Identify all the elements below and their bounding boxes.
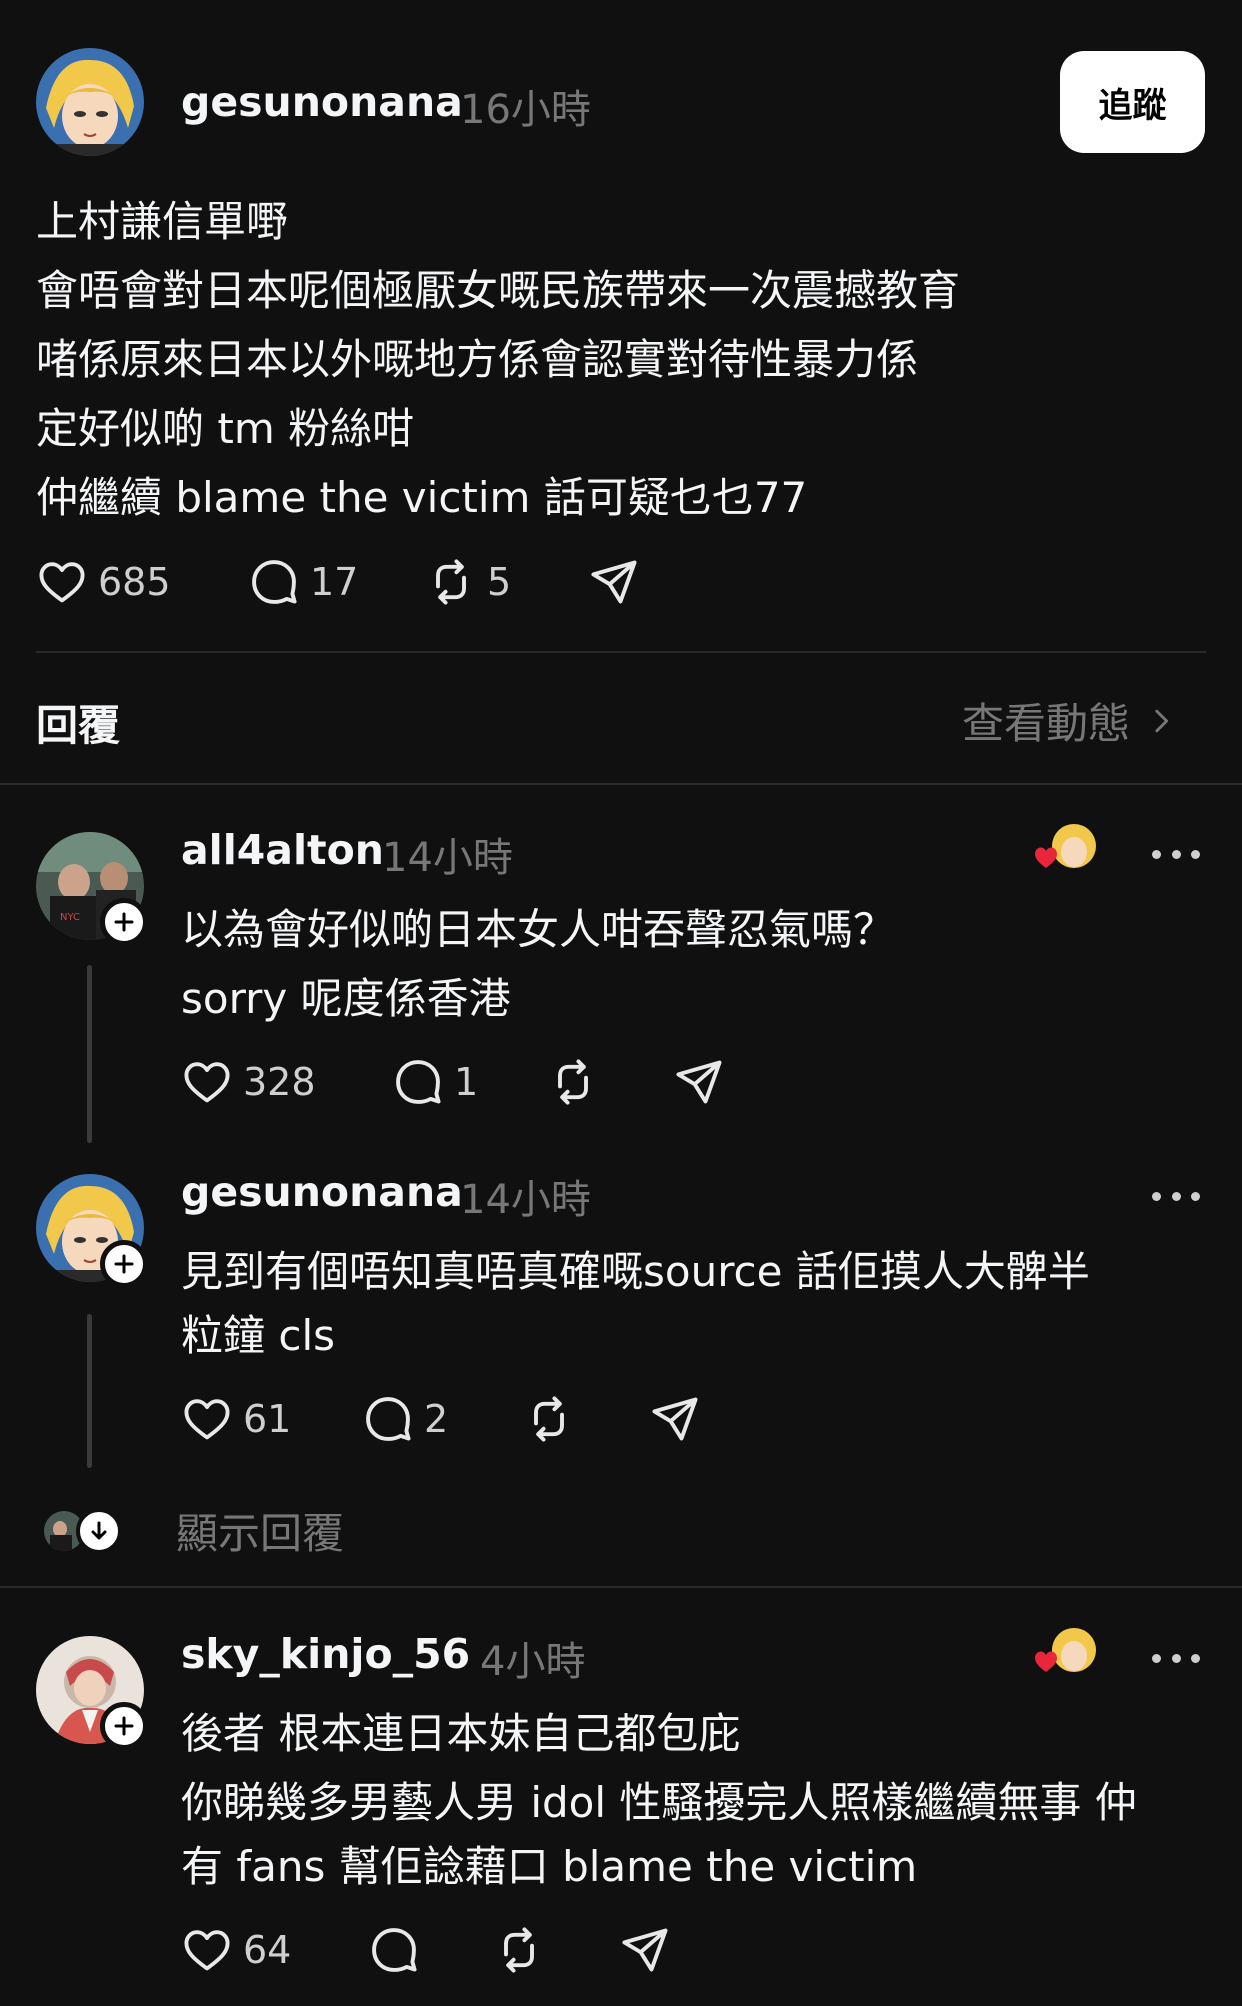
repost-icon bbox=[558, 1059, 588, 1105]
repost-icon bbox=[504, 1927, 534, 1973]
dot bbox=[1171, 1191, 1181, 1201]
share-button[interactable] bbox=[673, 1056, 725, 1108]
section-divider bbox=[0, 783, 1242, 785]
repost-button[interactable]: 5 bbox=[425, 556, 511, 608]
plus-icon bbox=[114, 1254, 134, 1274]
repost-button[interactable] bbox=[523, 1393, 575, 1445]
comment-button[interactable] bbox=[368, 1924, 420, 1976]
liked-by-author-badge bbox=[1030, 1626, 1100, 1686]
post-text-line: 定好似啲 tm 粉絲咁 bbox=[36, 404, 415, 453]
send-icon bbox=[676, 1060, 722, 1104]
share-button[interactable] bbox=[619, 1924, 671, 1976]
reply-time: 14小時 bbox=[460, 1177, 591, 1223]
post-author-avatar[interactable] bbox=[36, 48, 144, 156]
send-icon bbox=[591, 560, 637, 604]
reply-time: 14小時 bbox=[382, 835, 513, 881]
reply-author-name[interactable]: sky_kinjo_56 bbox=[181, 1630, 470, 1678]
like-count: 61 bbox=[243, 1397, 292, 1441]
thread-line bbox=[87, 965, 92, 1143]
divider bbox=[36, 651, 1206, 653]
reply-text-line: 粒鐘 cls bbox=[181, 1311, 335, 1360]
follow-plus-button[interactable] bbox=[100, 898, 148, 946]
repost-count: 5 bbox=[487, 560, 512, 604]
reply-text-line: sorry 呢度係香港 bbox=[181, 974, 511, 1023]
like-button[interactable]: 61 bbox=[181, 1393, 291, 1445]
liked-by-author-badge bbox=[1030, 822, 1100, 882]
reply-text-line: 有 fans 幫佢諗藉口 blame the victim bbox=[181, 1842, 918, 1891]
thread-line bbox=[87, 1314, 92, 1468]
heart-icon bbox=[184, 1399, 230, 1440]
comment-button[interactable]: 2 bbox=[362, 1393, 448, 1445]
dot bbox=[1191, 849, 1200, 859]
share-button[interactable] bbox=[588, 556, 640, 608]
show-replies-button[interactable]: 顯示回覆 bbox=[44, 1500, 344, 1561]
comment-button[interactable]: 1 bbox=[392, 1056, 478, 1108]
post-text-line: 會唔會對日本呢個極厭女嘅民族帶來一次震撼教育 bbox=[36, 266, 961, 315]
replies-title: 回覆 bbox=[36, 701, 121, 750]
like-button[interactable]: 685 bbox=[36, 556, 171, 608]
more-options-button[interactable] bbox=[1152, 844, 1200, 864]
reply-text-line: 後者 根本連日本妹自己都包庇 bbox=[181, 1709, 741, 1758]
more-options-button[interactable] bbox=[1152, 1648, 1200, 1668]
share-button[interactable] bbox=[649, 1393, 701, 1445]
like-count: 328 bbox=[243, 1060, 316, 1104]
post-author-name[interactable]: gesunonana bbox=[181, 78, 463, 126]
reply-author-name[interactable]: all4alton bbox=[181, 826, 384, 874]
send-icon bbox=[622, 1928, 668, 1972]
repost-icon bbox=[534, 1396, 564, 1442]
post-text-line: 仲繼續 blame the victim 話可疑乜乜77 bbox=[36, 473, 808, 522]
send-icon bbox=[652, 1397, 698, 1441]
view-activity-link[interactable]: 查看動態 bbox=[962, 690, 1178, 751]
like-count: 685 bbox=[98, 560, 171, 604]
arrow-down-circle bbox=[76, 1507, 122, 1554]
dot bbox=[1191, 1191, 1200, 1201]
repost-icon bbox=[436, 559, 466, 605]
comment-button[interactable]: 17 bbox=[248, 556, 358, 608]
follow-plus-button[interactable] bbox=[100, 1702, 148, 1750]
view-activity-label: 查看動態 bbox=[962, 699, 1131, 748]
comment-icon bbox=[372, 1928, 417, 1972]
dot bbox=[1152, 1191, 1161, 1201]
like-count: 64 bbox=[243, 1928, 292, 1972]
comment-count: 2 bbox=[424, 1397, 449, 1441]
post-text-line: 上村謙信單嘢 bbox=[36, 197, 289, 246]
like-button[interactable]: 64 bbox=[181, 1924, 291, 1976]
comment-count: 1 bbox=[454, 1060, 479, 1104]
comment-icon bbox=[396, 1060, 441, 1104]
show-replies-label: 顯示回覆 bbox=[176, 1509, 345, 1558]
dot bbox=[1191, 1653, 1200, 1663]
repost-button[interactable] bbox=[547, 1056, 599, 1108]
svg-text:NYC: NYC bbox=[60, 912, 80, 923]
plus-icon bbox=[114, 1716, 134, 1736]
post-text-line: 啫係原來日本以外嘅地方係會認實對待性暴力係 bbox=[36, 335, 919, 384]
post-time: 16小時 bbox=[460, 87, 591, 133]
reply-text-line: 見到有個唔知真唔真確嘅source 話佢摸人大髀半 bbox=[181, 1247, 1090, 1296]
heart-icon bbox=[39, 562, 85, 603]
comment-icon bbox=[366, 1397, 411, 1441]
more-options-button[interactable] bbox=[1152, 1186, 1200, 1206]
like-button[interactable]: 328 bbox=[181, 1056, 316, 1108]
follow-button[interactable]: 追蹤 bbox=[1060, 51, 1205, 153]
dot bbox=[1171, 849, 1181, 859]
follow-plus-button[interactable] bbox=[100, 1240, 148, 1288]
arrow-down-icon bbox=[91, 1521, 107, 1539]
reply-text-line: 以為會好似啲日本女人咁吞聲忍氣嗎？ bbox=[181, 905, 896, 954]
comment-icon bbox=[252, 560, 297, 604]
reply-author-name[interactable]: gesunonana bbox=[181, 1168, 463, 1216]
repost-button[interactable] bbox=[493, 1924, 545, 1976]
reply-text-line: 你睇幾多男藝人男 idol 性騷擾完人照樣繼續無事 仲 bbox=[181, 1778, 1137, 1827]
reply-time: 4小時 bbox=[480, 1639, 586, 1685]
dot bbox=[1152, 849, 1161, 859]
section-divider bbox=[0, 1586, 1242, 1588]
comment-count: 17 bbox=[310, 560, 359, 604]
chevron-right-icon bbox=[1155, 709, 1169, 732]
dot bbox=[1171, 1653, 1181, 1663]
dot bbox=[1152, 1653, 1161, 1663]
heart-icon bbox=[184, 1930, 230, 1971]
plus-icon bbox=[114, 912, 134, 932]
heart-icon bbox=[184, 1062, 230, 1103]
